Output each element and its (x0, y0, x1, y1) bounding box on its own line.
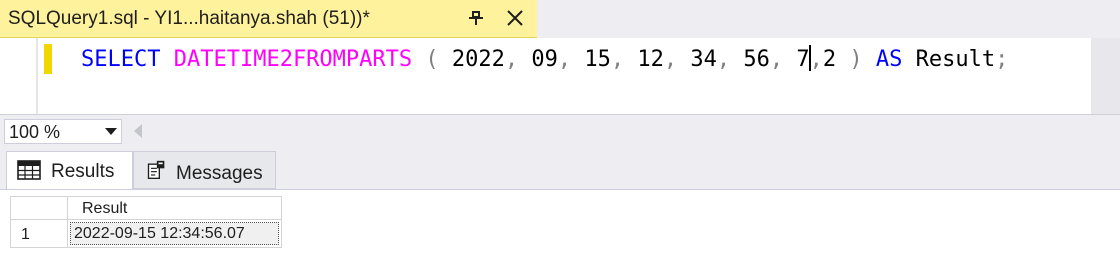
sql-code-line[interactable]: SELECT DATETIME2FROMPARTS ( 2022, 09, 15… (81, 45, 1008, 74)
result-cell-value: 2022-09-15 12:34:56.07 (74, 225, 245, 242)
comma: , (809, 47, 823, 72)
column-header-label: Result (82, 200, 128, 217)
open-paren: ( (425, 47, 439, 72)
zoom-select[interactable]: 100 % (4, 119, 122, 144)
column-header-result[interactable]: Result (68, 196, 282, 220)
function-name: DATETIME2FROMPARTS (173, 47, 413, 72)
query-editor[interactable]: SELECT DATETIME2FROMPARTS ( 2022, 09, 15… (0, 38, 1120, 114)
close-icon[interactable] (505, 8, 525, 28)
arg-month: 09 (531, 47, 558, 72)
grid-icon (17, 160, 41, 180)
arg-fraction: 7 (796, 47, 810, 72)
arg-minute: 34 (690, 47, 717, 72)
zoom-value: 100 % (9, 122, 61, 142)
pin-icon[interactable] (467, 8, 485, 28)
grid-corner[interactable] (10, 196, 68, 220)
document-tab-strip: SQLQuery1.sql - YI1...haitanya.shah (51)… (0, 0, 1120, 38)
tab-messages[interactable]: Messages (133, 151, 276, 189)
editor-margin (36, 38, 38, 114)
keyword-select: SELECT (81, 47, 161, 72)
editor-vertical-scrollbar[interactable] (1091, 38, 1120, 114)
tab-results-label: Results (51, 161, 115, 182)
table-row[interactable]: 1 2022-09-15 12:34:56.07 (10, 220, 282, 248)
arg-precision: 2 (822, 47, 837, 72)
comma: , (716, 47, 731, 72)
results-grid[interactable]: Result 1 2022-09-15 12:34:56.07 (0, 189, 1120, 275)
arg-hour: 12 (637, 47, 664, 72)
chevron-down-icon[interactable] (105, 128, 117, 135)
arg-day: 15 (584, 47, 611, 72)
result-cell[interactable]: 2022-09-15 12:34:56.07 (68, 220, 282, 248)
column-alias: Result (915, 47, 996, 72)
row-number[interactable]: 1 (10, 220, 68, 248)
arg-year: 2022 (451, 47, 505, 72)
semicolon: ; (995, 47, 1009, 72)
arg-second: 56 (743, 47, 770, 72)
comma: , (610, 47, 625, 72)
comma: , (557, 47, 572, 72)
messages-icon (147, 160, 165, 179)
query-document-tab[interactable]: SQLQuery1.sql - YI1...haitanya.shah (51)… (0, 0, 537, 38)
close-paren: ) (849, 47, 863, 72)
tab-messages-label: Messages (176, 163, 263, 184)
tab-title: SQLQuery1.sql - YI1...haitanya.shah (51)… (8, 8, 370, 29)
row-number-label: 1 (21, 226, 30, 243)
tab-results[interactable]: Results (6, 151, 133, 189)
keyword-as: AS (875, 47, 903, 72)
results-tab-strip: Results Messages (0, 147, 1120, 189)
comma: , (769, 47, 784, 72)
scroll-left-icon[interactable] (134, 124, 142, 138)
grid-header-row: Result (10, 196, 282, 220)
comma: , (663, 47, 678, 72)
unsaved-change-indicator (44, 44, 52, 74)
zoom-bar: 100 % (0, 114, 1120, 147)
comma: , (504, 47, 519, 72)
